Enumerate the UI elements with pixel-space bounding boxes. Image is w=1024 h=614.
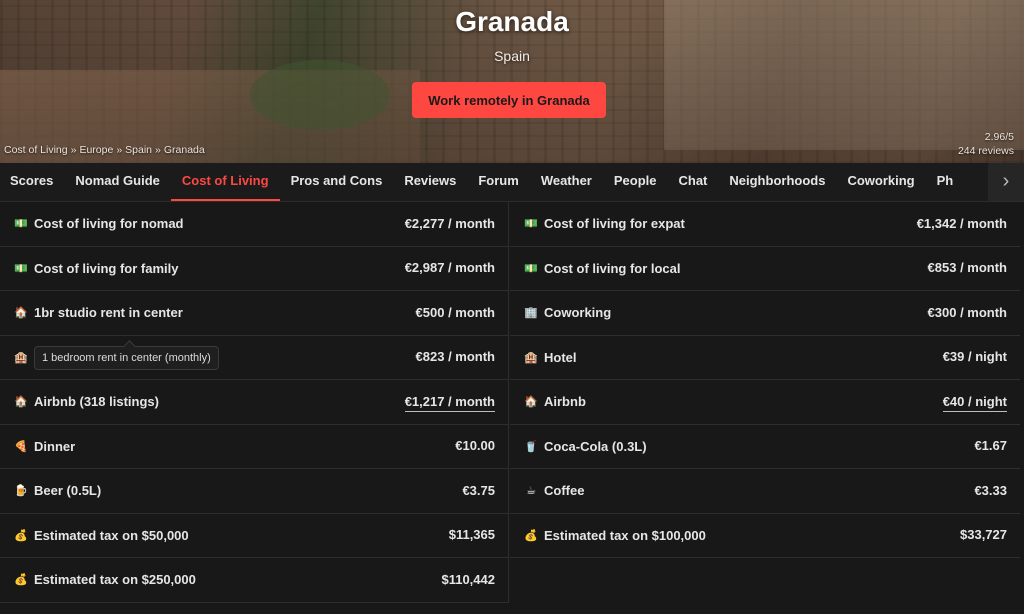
tab-scores[interactable]: Scores <box>0 163 64 199</box>
rating-summary[interactable]: 2.96/5 244 reviews <box>958 130 1014 158</box>
hero-banner: Granada Spain Work remotely in Granada C… <box>0 0 1024 163</box>
hotel-icon: 🏨 <box>14 351 28 364</box>
cost-value: €823 / month <box>415 349 495 365</box>
cost-value: $33,727 <box>960 527 1007 543</box>
cost-value: €1.67 <box>974 438 1007 454</box>
cost-label: Coffee <box>544 483 585 499</box>
money-bag-icon: 💰 <box>14 529 28 542</box>
hotel-icon: 🏨 <box>524 351 538 364</box>
cost-value: €1,342 / month <box>916 215 1007 231</box>
money-icon: 💵 <box>524 218 538 231</box>
cost-row[interactable]: 💵 Cost of living for nomad €2,277 / month <box>0 202 508 247</box>
cost-row[interactable]: 🏠 Airbnb €40 / night <box>510 380 1020 425</box>
city-title: Granada <box>455 6 569 37</box>
house-icon: 🏠 <box>14 307 28 320</box>
money-icon: 💵 <box>14 262 28 275</box>
cost-label: Dinner <box>34 438 76 454</box>
cost-value: €2,987 / month <box>404 260 495 276</box>
work-remotely-button[interactable]: Work remotely in Granada <box>412 82 606 118</box>
cost-value: €500 / month <box>415 304 495 320</box>
cost-value: €3.33 <box>974 482 1007 498</box>
coffee-icon: ☕ <box>526 485 536 498</box>
tab-pros-and-cons[interactable]: Pros and Cons <box>280 163 394 199</box>
cost-label: Coca-Cola (0.3L) <box>544 438 647 454</box>
tab-nomad-guide[interactable]: Nomad Guide <box>64 163 171 199</box>
breadcrumb-separator: » <box>155 144 161 156</box>
house-icon: 🏠 <box>14 396 28 409</box>
cost-row[interactable]: ☕ Coffee €3.33 <box>510 469 1020 514</box>
cost-label: Estimated tax on $50,000 <box>34 527 189 543</box>
money-bag-icon: 💰 <box>14 574 28 587</box>
cost-value: €2,277 / month <box>404 215 495 231</box>
cost-value: €39 / night <box>942 349 1007 365</box>
cost-row[interactable]: 🏨 Hotel €39 / night <box>510 336 1020 380</box>
cost-row[interactable]: 💰 Estimated tax on $250,000 $110,442 <box>0 558 508 603</box>
chevron-right-icon[interactable]: › <box>988 163 1024 201</box>
cost-label: Cost of living for family <box>34 260 179 276</box>
money-bag-icon: 💰 <box>524 529 538 542</box>
cost-label: Cost of living for nomad <box>34 216 184 232</box>
cost-value: $11,365 <box>448 527 495 543</box>
money-icon: 💵 <box>14 218 28 231</box>
cost-row[interactable]: 🍺 Beer (0.5L) €3.75 <box>0 469 508 514</box>
tab-people[interactable]: People <box>603 163 668 199</box>
cost-value: $110,442 <box>441 571 495 587</box>
cost-label: Cost of living for local <box>544 260 681 276</box>
cost-label: Airbnb <box>544 394 586 410</box>
cost-label: Airbnb (318 listings) <box>34 394 159 410</box>
tab-ph[interactable]: Ph <box>926 163 965 199</box>
cost-row[interactable]: 🍕 Dinner €10.00 <box>0 425 508 469</box>
cost-row[interactable]: 🏠 Airbnb (318 listings) €1,217 / month <box>0 380 508 425</box>
tab-weather[interactable]: Weather <box>530 163 603 199</box>
tab-coworking[interactable]: Coworking <box>836 163 925 199</box>
tab-bar: Scores Nomad Guide Cost of Living Pros and … <box>0 163 1024 202</box>
cost-label: Hotel <box>544 349 577 365</box>
cost-label: 1br studio rent in center <box>34 305 183 321</box>
cost-column-left: 💵 Cost of living for nomad €2,277 / month 💵… <box>0 202 509 603</box>
breadcrumb: Cost of Living» Europe» Spain» Granada <box>4 144 205 156</box>
cost-label: Estimated tax on $250,000 <box>34 572 196 588</box>
pizza-icon: 🍕 <box>14 440 28 453</box>
rating-score: 2.96/5 <box>984 131 1014 143</box>
cost-value: €10.00 <box>455 438 495 454</box>
beer-icon: 🍺 <box>14 485 28 498</box>
cost-row[interactable]: 🥤 Coca-Cola (0.3L) €1.67 <box>510 425 1020 469</box>
cost-value: €853 / month <box>927 260 1007 276</box>
cost-row[interactable]: 💰 Estimated tax on $50,000 $11,365 <box>0 514 508 558</box>
breadcrumb-separator: » <box>70 144 77 156</box>
country-subtitle: Spain <box>494 48 530 64</box>
tab-reviews[interactable]: Reviews <box>393 163 467 199</box>
cost-label: Beer (0.5L) <box>34 483 102 499</box>
cup-icon: 🥤 <box>524 440 538 453</box>
cost-row[interactable]: 💵 Cost of living for local €853 / month <box>510 247 1020 291</box>
cost-label: Cost of living for expat <box>544 216 685 232</box>
rent-tooltip: 1 bedroom rent in center (monthly) <box>34 346 219 370</box>
cost-value[interactable]: €1,217 / month <box>404 393 495 412</box>
tab-chat[interactable]: Chat <box>668 163 719 199</box>
cost-value[interactable]: €40 / night <box>942 393 1007 412</box>
cost-row[interactable]: 🏠 1br studio rent in center €500 / month <box>0 291 508 336</box>
cost-row[interactable]: 💰 Estimated tax on $100,000 $33,727 <box>510 514 1020 558</box>
cost-row[interactable]: 💵 Cost of living for family €2,987 / month <box>0 247 508 291</box>
review-count: 244 reviews <box>957 145 1014 157</box>
money-icon: 💵 <box>524 262 538 275</box>
breadcrumb-separator: » <box>116 144 123 156</box>
cost-value: €3.75 <box>462 482 495 498</box>
cost-row[interactable]: 💵 Cost of living for expat €1,342 / month <box>510 202 1020 247</box>
cost-label: Coworking <box>544 305 612 321</box>
breadcrumb-cost-of-living[interactable]: Cost of Living <box>4 144 68 156</box>
breadcrumb-spain[interactable]: Spain <box>125 144 152 156</box>
breadcrumb-europe[interactable]: Europe <box>79 144 113 156</box>
tab-neighborhoods[interactable]: Neighborhoods <box>718 163 836 199</box>
breadcrumb-granada[interactable]: Granada <box>164 144 205 156</box>
cost-label: Estimated tax on $100,000 <box>544 527 706 543</box>
office-icon: 🏢 <box>524 307 538 320</box>
cost-row[interactable]: 🏢 Coworking €300 / month <box>510 291 1020 336</box>
cost-value: €300 / month <box>927 304 1007 320</box>
hero-photo-trees <box>250 60 390 130</box>
tab-forum[interactable]: Forum <box>467 163 529 199</box>
house-icon: 🏠 <box>524 396 538 409</box>
tab-cost-of-living[interactable]: Cost of Living <box>170 163 280 201</box>
cost-column-right: 💵 Cost of living for expat €1,342 / month 💵… <box>510 202 1020 558</box>
